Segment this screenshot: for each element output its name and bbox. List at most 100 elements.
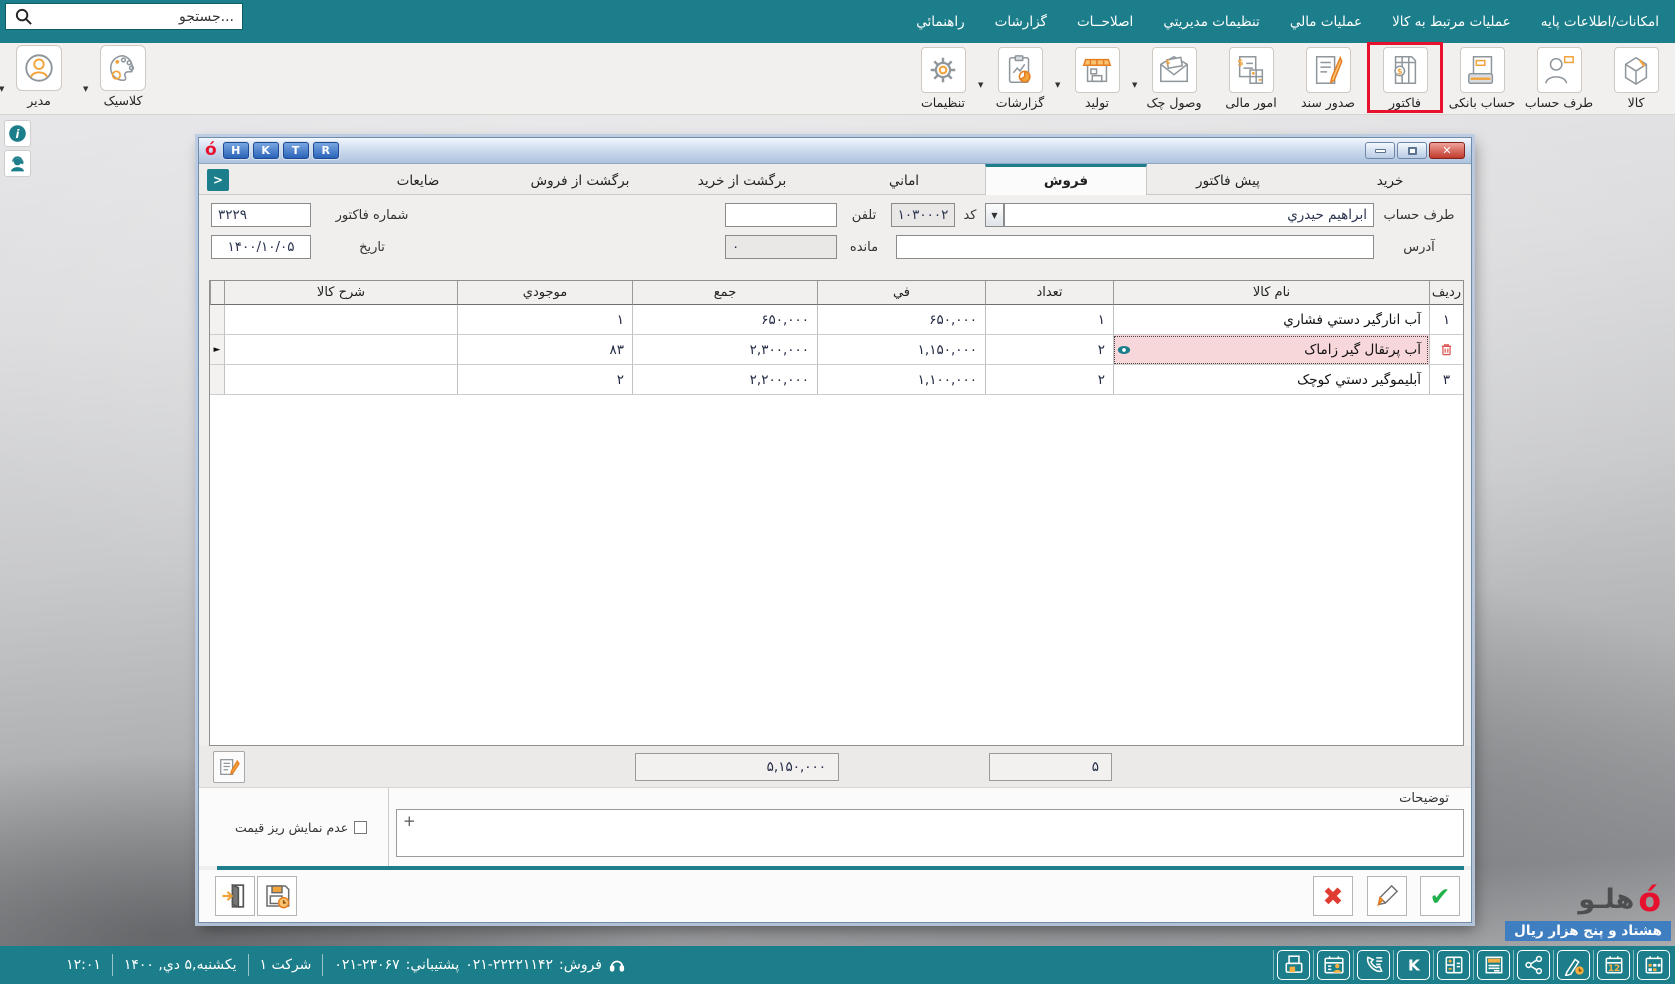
account-person-toolbar-button[interactable]: طرف حساب: [1524, 45, 1594, 110]
cancel-button[interactable]: ✖: [1313, 876, 1353, 916]
dropdown-caret-icon[interactable]: ▼: [83, 85, 88, 93]
eye-icon[interactable]: [1117, 343, 1131, 357]
current-row-marker: ►: [210, 335, 224, 365]
search-input[interactable]: جستجو...: [5, 3, 243, 30]
cell-desc: [224, 305, 457, 335]
exit-door-icon: [220, 881, 250, 911]
status-icon-cell: [1273, 950, 1313, 980]
production-shop-toolbar-button[interactable]: تولید▼: [1062, 45, 1132, 110]
reports-chart-toolbar-button[interactable]: گزارشات▼: [985, 45, 1055, 110]
tab-item[interactable]: پیش فاکتور: [1147, 164, 1309, 194]
cell-price: ۱,۱۰۰,۰۰۰: [817, 365, 985, 395]
table-header-row: ردیفنام کالاتعدادفيجمعموجوديشرح کالا: [210, 281, 1463, 305]
window-titlebar[interactable]: ó HKTR ✕: [199, 138, 1471, 164]
column-header: [210, 281, 224, 305]
column-header: نام کالا: [1113, 281, 1429, 305]
support-agent-icon[interactable]: [4, 150, 31, 177]
menu-item[interactable]: راهنمائي: [916, 14, 964, 30]
table-row[interactable]: آب پرتقال گیر زاماک۲۱,۱۵۰,۰۰۰۲,۳۰۰,۰۰۰۸۳…: [210, 335, 1463, 365]
phonebook-icon[interactable]: [1357, 950, 1390, 980]
receipt-printer-icon[interactable]: [1277, 950, 1310, 980]
address-label: آدرس: [1379, 240, 1459, 255]
cheque-envelope-icon: $: [1152, 47, 1197, 93]
settings-gear-toolbar-button[interactable]: تنظیمات: [908, 45, 978, 110]
company-name: شرکت ۱: [260, 957, 312, 973]
notepad-icon[interactable]: [1477, 950, 1510, 980]
calendar-person-icon[interactable]: [1317, 950, 1350, 980]
menu-item[interactable]: عملیات مرتبط به کالا: [1392, 14, 1511, 30]
account-combobox[interactable]: ابراهیم حیدري: [1004, 203, 1374, 227]
date-field[interactable]: ۱۴۰۰/۱۰/۰۵: [211, 235, 311, 259]
shortcut-r-button[interactable]: R: [313, 142, 339, 159]
maximize-button[interactable]: [1397, 142, 1427, 159]
calendar-12-icon[interactable]: 12: [1597, 950, 1630, 980]
minimize-button[interactable]: [1365, 142, 1395, 159]
menu-item[interactable]: اصلاحــات: [1077, 14, 1133, 30]
calendar-grid-icon[interactable]: [1637, 950, 1670, 980]
dropdown-caret-icon[interactable]: ▼: [1132, 81, 1137, 89]
account-label: طرف حساب: [1379, 208, 1459, 223]
menu-item[interactable]: گزارشات: [995, 14, 1047, 30]
tab-item[interactable]: خرید: [1309, 164, 1471, 194]
cell-stock: ۲: [457, 365, 632, 395]
product-box-toolbar-button[interactable]: کالا: [1601, 45, 1671, 110]
dropdown-caret-icon[interactable]: ▼: [978, 81, 983, 89]
cell-desc: [224, 335, 457, 365]
info-icon[interactable]: i: [4, 120, 31, 147]
dropdown-caret-icon[interactable]: ▼: [1055, 81, 1060, 89]
edit-button[interactable]: [1367, 876, 1407, 916]
document-pencil-toolbar-button[interactable]: صدور سند: [1293, 45, 1363, 110]
close-button[interactable]: ✕: [1429, 142, 1465, 159]
product-box-icon: [1614, 47, 1659, 93]
palette-icon: [100, 45, 146, 91]
shortcut-t-button[interactable]: T: [283, 142, 309, 159]
table-row[interactable]: ۱آب انارگیر دستي فشاري۱۶۵۰,۰۰۰۶۵۰,۰۰۰۱: [210, 305, 1463, 335]
toolbar-button-label: امور مالی: [1225, 95, 1276, 110]
invoice-window: ó HKTR ✕ < خریدپیش فاکتورفروشامانيبرگشت …: [198, 137, 1472, 923]
calculator-icon[interactable]: [1437, 950, 1470, 980]
tab-item[interactable]: فروش: [985, 164, 1147, 195]
toolbar-button-label: طرف حساب: [1525, 95, 1593, 110]
delete-row-icon[interactable]: [1429, 335, 1463, 365]
cell-qty: ۱: [985, 305, 1113, 335]
tab-scroll-left-button[interactable]: <: [207, 169, 229, 191]
account-dropdown-button[interactable]: ▼: [985, 203, 1004, 227]
shortcut-k-button[interactable]: K: [253, 142, 279, 159]
brand-tagline: هشتاد و پنج هزار ریال: [1505, 921, 1671, 941]
invoice-toolbar-button[interactable]: $فاکتور: [1370, 45, 1440, 110]
tab-item[interactable]: اماني: [823, 164, 985, 194]
menu-item[interactable]: امکانات/اطلاعات پایه: [1541, 14, 1659, 30]
finance-toolbar-button[interactable]: $امور مالی: [1216, 45, 1286, 110]
notes-textarea[interactable]: +: [396, 809, 1464, 857]
address-field[interactable]: [896, 235, 1374, 259]
cheque-envelope-toolbar-button[interactable]: $وصول چک▼: [1139, 45, 1209, 110]
hide-price-checkbox[interactable]: [354, 821, 367, 834]
tab-item[interactable]: ضایعات: [337, 164, 499, 194]
k-shortcut-icon[interactable]: K: [1397, 950, 1430, 980]
row-note-button[interactable]: [213, 751, 245, 783]
search-placeholder: جستجو...: [39, 9, 234, 25]
phone-field[interactable]: [725, 203, 837, 227]
bank-card-toolbar-button[interactable]: حساب بانکی: [1447, 45, 1517, 110]
exit-button[interactable]: [215, 876, 255, 916]
tab-item[interactable]: برگشت از فروش: [499, 164, 661, 194]
status-icon-cell: [1353, 950, 1393, 980]
user-quick-button[interactable]: مدیر▼: [6, 45, 72, 108]
palette-quick-button[interactable]: کلاسیک▼: [90, 45, 156, 108]
toolbar-button-label: حساب بانکی: [1449, 95, 1516, 110]
share-icon[interactable]: [1517, 950, 1550, 980]
status-icon-cell: [1313, 950, 1353, 980]
tab-item[interactable]: برگشت از خرید: [661, 164, 823, 194]
desktop: { "colors":{"teal":"#1b7e8a","accent_ora…: [0, 0, 1675, 984]
dropdown-caret-icon[interactable]: ▼: [0, 85, 4, 93]
menu-item[interactable]: تنظیمات مدیریتي: [1163, 14, 1260, 30]
invoice-number-field[interactable]: ۳۲۲۹: [211, 203, 311, 227]
cell-name: آب پرتقال گیر زاماک: [1113, 335, 1429, 365]
table-row[interactable]: ۳آبلیموگیر دستي کوچک۲۱,۱۰۰,۰۰۰۲,۲۰۰,۰۰۰۲: [210, 365, 1463, 395]
shortcut-h-button[interactable]: H: [223, 142, 249, 159]
bank-card-icon: [1460, 47, 1505, 93]
confirm-button[interactable]: ✔: [1420, 876, 1460, 916]
pen-clock-icon[interactable]: [1557, 950, 1590, 980]
menu-item[interactable]: عملیات مالي: [1290, 14, 1362, 30]
save-button[interactable]: [257, 876, 297, 916]
